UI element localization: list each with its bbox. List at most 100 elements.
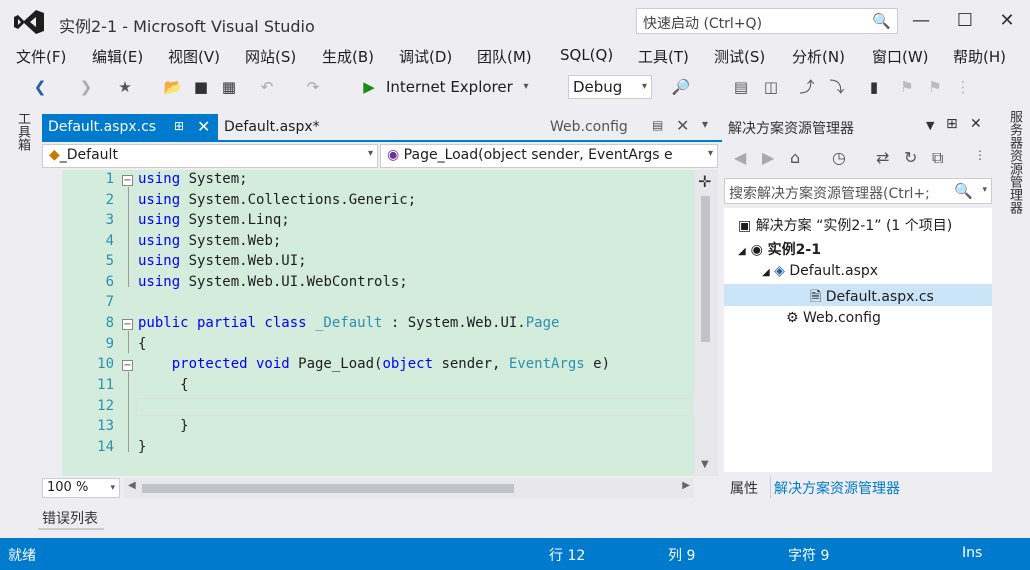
menu-analyze[interactable]: 分析(N) — [792, 46, 845, 67]
collapse-toggle[interactable]: − — [122, 175, 133, 186]
code-line: } — [138, 439, 147, 455]
server-explorer-tab[interactable]: 服务器资源管理器 — [1000, 110, 1024, 240]
horizontal-scrollbar[interactable]: ◀ ▶ — [124, 478, 694, 498]
properties-icon[interactable]: ⋮ — [974, 148, 986, 162]
menu-window[interactable]: 窗口(W) — [872, 46, 929, 67]
tab-default-aspx-cs[interactable]: Default.aspx.cs ⊞ ✕ — [42, 114, 218, 142]
scroll-left-icon[interactable]: ◀ — [128, 480, 136, 491]
close-icon[interactable]: ✕ — [197, 117, 210, 136]
menu-help[interactable]: 帮助(H) — [953, 46, 1006, 67]
quick-launch-input[interactable]: 快速启动 (Ctrl+Q) 🔍 — [636, 8, 898, 34]
close-icon[interactable]: ✕ — [676, 116, 689, 135]
pin-icon[interactable]: ⊞ — [174, 119, 184, 133]
line-number: 8 — [105, 315, 114, 331]
close-button[interactable]: ✕ — [992, 8, 1022, 34]
redo-icon[interactable]: ↷ — [302, 76, 324, 98]
tab-web-config[interactable]: Web.config — [550, 119, 628, 135]
status-character: 字符 9 — [788, 548, 830, 564]
tab-default-aspx[interactable]: Default.aspx* — [224, 119, 320, 135]
chevron-down-icon[interactable]: ▾ — [702, 117, 708, 131]
collapse-all-icon[interactable]: ⧉ — [932, 148, 943, 168]
line-number: 6 — [105, 274, 114, 290]
scrollbar-thumb[interactable] — [142, 484, 514, 493]
keep-open-icon[interactable]: ▤ — [652, 118, 663, 132]
menu-website[interactable]: 网站(S) — [245, 46, 296, 67]
minimize-button[interactable]: — — [906, 8, 936, 34]
forward-icon[interactable]: ❯ — [76, 76, 96, 98]
bookmark-clear-icon[interactable]: ⚑ — [924, 76, 946, 98]
tab-solution-explorer[interactable]: 解决方案资源管理器 — [774, 478, 900, 498]
menu-team[interactable]: 团队(M) — [477, 46, 532, 67]
open-file-icon[interactable]: 📂 — [162, 76, 184, 98]
collapse-toggle[interactable]: − — [122, 360, 133, 371]
pin-icon[interactable]: ⊞ — [946, 116, 958, 132]
title-bar: 实例2-1 - Microsoft Visual Studio 快速启动 (Ct… — [0, 0, 1030, 42]
save-icon[interactable]: ■ — [190, 76, 212, 98]
bookmark-toggle-icon[interactable]: ⚑ — [896, 76, 918, 98]
menu-view[interactable]: 视图(V) — [168, 46, 220, 67]
maximize-button[interactable]: ☐ — [950, 8, 980, 34]
home-icon[interactable]: ⌂ — [790, 148, 800, 167]
bookmark-icon[interactable]: ▮ — [866, 76, 882, 98]
menu-bar: 文件(F) 编辑(E) 视图(V) 网站(S) 生成(B) 调试(D) 团队(M… — [0, 42, 1030, 70]
split-editor-icon[interactable]: ✛ — [698, 172, 711, 191]
configuration-dropdown[interactable]: Debug ▾ — [568, 75, 652, 99]
line-number: 3 — [105, 212, 114, 228]
line-number: 13 — [97, 418, 114, 434]
member-dropdown[interactable]: ◉ Page_Load(object sender, EventArgs e ▾ — [380, 144, 718, 168]
pending-changes-icon[interactable]: ◷ — [832, 148, 846, 167]
menu-debug[interactable]: 调试(D) — [399, 46, 452, 67]
tab-properties[interactable]: 属性 — [730, 478, 758, 498]
status-bar: 就绪 行 12 列 9 字符 9 Ins — [0, 538, 1030, 570]
menu-build[interactable]: 生成(B) — [322, 46, 374, 67]
solution-explorer-search[interactable]: 搜索解决方案资源管理器(Ctrl+; 🔍 ▾ — [724, 178, 992, 204]
vertical-scrollbar[interactable]: ✛ ▼ — [694, 170, 718, 476]
menu-tools[interactable]: 工具(T) — [638, 46, 689, 67]
save-all-icon[interactable]: ▦ — [218, 76, 240, 98]
bookmark-prev-icon[interactable]: ⤵ — [826, 76, 848, 98]
sync-icon[interactable]: ⇄ — [876, 148, 889, 167]
menu-test[interactable]: 测试(S) — [714, 46, 765, 67]
layout-icon[interactable]: ▤ — [730, 76, 752, 98]
new-project-icon[interactable]: ★ — [114, 76, 136, 98]
menu-edit[interactable]: 编辑(E) — [92, 46, 143, 67]
solution-explorer-toolbar: ◀ ▶ ⌂ ◷ ⇄ ↻ ⧉ ⋮ — [728, 146, 992, 172]
expand-arrow-icon[interactable]: ◢ — [738, 246, 746, 257]
code-editor[interactable]: 1 2 3 4 5 6 8 7 9 10 11 12 13 14 − − − u… — [42, 170, 694, 476]
solution-tree: ▣ 解决方案 “实例2-1” (1 个项目) ◢ ◉ 实例2-1 ◢ ◈ Def… — [724, 208, 992, 472]
close-icon[interactable]: ✕ — [970, 116, 982, 132]
forward-icon[interactable]: ▶ — [762, 148, 774, 167]
scroll-right-icon[interactable]: ▶ — [682, 480, 690, 491]
chevron-down-icon[interactable]: ▾ — [520, 76, 532, 98]
find-in-files-icon[interactable]: 🔎 — [670, 76, 692, 98]
class-dropdown[interactable]: ◆_Default ▾ — [42, 144, 378, 168]
error-list-underline — [38, 528, 104, 530]
chevron-down-icon[interactable]: ▼ — [926, 119, 934, 132]
scroll-down-icon[interactable]: ▼ — [701, 459, 709, 470]
tree-node-web-config[interactable]: ⚙ Web.config — [786, 310, 881, 326]
bookmark-next-icon[interactable]: ⤴ — [796, 76, 818, 98]
tree-node-project[interactable]: ◢ ◉ 实例2-1 — [738, 239, 821, 259]
zoom-dropdown[interactable]: 100 % ▾ — [42, 478, 120, 498]
undo-icon[interactable]: ↶ — [256, 76, 278, 98]
back-icon[interactable]: ❮ — [30, 76, 50, 98]
menu-sql[interactable]: SQL(Q) — [560, 46, 613, 64]
refresh-icon[interactable]: ↻ — [904, 148, 917, 167]
line-number: 2 — [105, 192, 114, 208]
tree-node-default-aspx[interactable]: ◢ ◈ Default.aspx — [762, 263, 878, 279]
config-file-icon: ⚙ — [786, 310, 799, 326]
collapse-toggle[interactable]: − — [122, 319, 133, 330]
start-debugging-icon[interactable]: ▶ — [358, 76, 380, 98]
scrollbar-thumb[interactable] — [701, 196, 710, 342]
menu-file[interactable]: 文件(F) — [16, 46, 66, 67]
tree-node-default-aspx-cs[interactable]: 🗎 Default.aspx.cs — [810, 286, 934, 310]
error-list-tab[interactable]: 错误列表 — [42, 508, 98, 528]
panel-icon[interactable]: ◫ — [760, 76, 782, 98]
code-line: { — [138, 377, 189, 393]
line-number: 1 — [105, 171, 114, 187]
run-target-dropdown[interactable]: Internet Explorer — [386, 76, 513, 98]
back-icon[interactable]: ◀ — [734, 148, 746, 167]
expand-arrow-icon[interactable]: ◢ — [762, 267, 770, 278]
tree-node-solution[interactable]: ▣ 解决方案 “实例2-1” (1 个项目) — [738, 215, 952, 235]
toolbar-options-icon[interactable]: ⋮ — [952, 76, 974, 98]
